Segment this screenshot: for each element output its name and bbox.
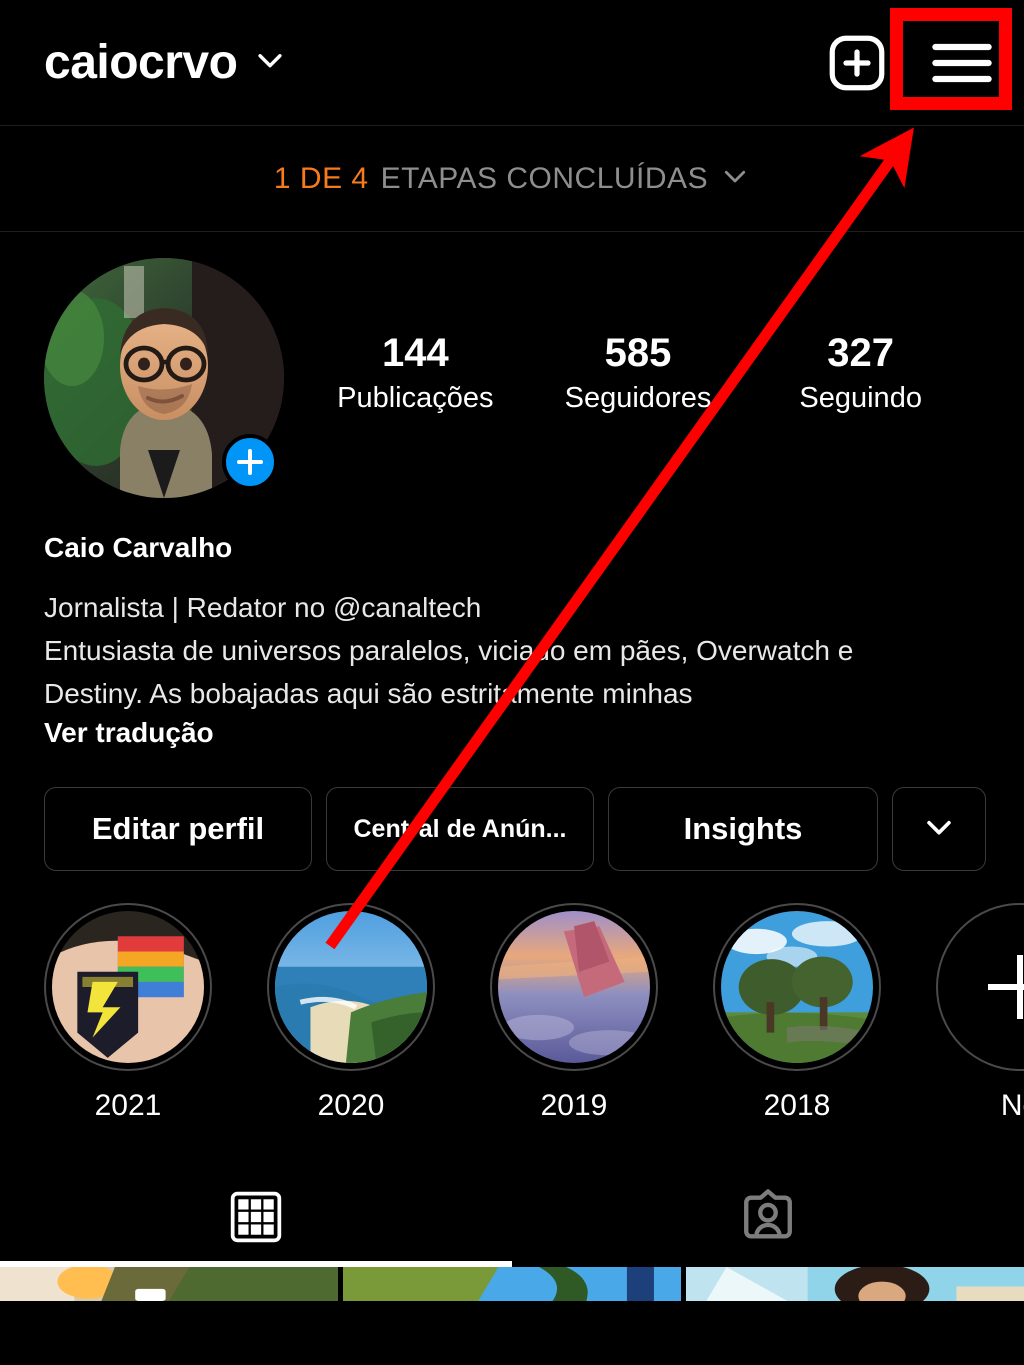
instagram-profile-screen: caiocrvo 1 DE 4 ETAPAS CONCLUÍDAS 144 Pu…: [0, 0, 1024, 1365]
stat-value: 585: [604, 331, 672, 375]
grid-icon: [228, 1189, 284, 1250]
profile-action-buttons: Editar perfil Central de Anún... Insight…: [0, 749, 1024, 871]
highlight-2019[interactable]: 2019: [490, 903, 658, 1123]
highlight-ring: [44, 903, 212, 1071]
stat-value: 144: [381, 331, 449, 375]
highlight-ring: [936, 903, 1024, 1071]
active-tab-indicator: [0, 1261, 512, 1267]
bio-line: Jornalista | Redator no @canaltech: [44, 592, 482, 623]
highlight-2021[interactable]: 2021: [44, 903, 212, 1123]
highlight-new[interactable]: No: [936, 903, 1024, 1123]
highlight-2020[interactable]: 2020: [267, 903, 435, 1123]
profile-header: 144 Publicações 585 Seguidores 327 Segui…: [0, 232, 1024, 498]
top-app-bar: caiocrvo: [0, 0, 1024, 126]
highlight-label: No: [1000, 1089, 1024, 1122]
insights-button[interactable]: Insights: [608, 787, 878, 871]
stat-value: 327: [827, 331, 895, 375]
bio-section: Caio Carvalho Jornalista | Redator no @c…: [0, 498, 1024, 749]
highlight-label: 2021: [94, 1089, 162, 1122]
chevron-down-icon: [922, 810, 956, 849]
highlight-label: 2018: [763, 1089, 831, 1122]
highlight-2018[interactable]: 2018: [713, 903, 881, 1123]
stat-label: Seguindo: [799, 382, 922, 414]
beach-photo: [275, 911, 427, 1063]
stat-following[interactable]: 327 Seguindo: [749, 330, 972, 418]
username-label: caiocrvo: [44, 36, 238, 89]
profile-tabs: [0, 1171, 1024, 1267]
top-bar-actions: [824, 30, 994, 96]
stat-label: Publicações: [337, 382, 494, 414]
profile-stats: 144 Publicações 585 Seguidores 327 Segui…: [290, 258, 980, 418]
highlight-label: 2019: [540, 1089, 608, 1122]
edit-profile-button[interactable]: Editar perfil: [44, 787, 312, 871]
grid-thumbnail[interactable]: [343, 1267, 681, 1301]
plus-square-icon[interactable]: [824, 30, 890, 96]
stat-label: Seguidores: [564, 382, 712, 414]
stat-followers[interactable]: 585 Seguidores: [527, 330, 750, 418]
highlight-label: 2020: [317, 1089, 385, 1122]
bio-line: Destiny. As bobajadas aqui são estritame…: [44, 678, 693, 709]
hamburger-menu-icon[interactable]: [930, 38, 994, 88]
plus-icon: [988, 955, 1024, 1019]
chevron-down-icon: [720, 161, 750, 196]
highlight-ring: [490, 903, 658, 1071]
highlight-ring: [267, 903, 435, 1071]
badges-photo: [52, 911, 204, 1063]
bio-line: Entusiasta de universos paralelos, vicia…: [44, 635, 854, 666]
onboarding-steps-bar[interactable]: 1 DE 4 ETAPAS CONCLUÍDAS: [0, 126, 1024, 232]
ad-center-button[interactable]: Central de Anún...: [326, 787, 594, 871]
see-translation-link[interactable]: Ver tradução: [44, 717, 980, 749]
tagged-person-icon: [739, 1188, 797, 1251]
airplane-wing-photo: [498, 911, 650, 1063]
display-name: Caio Carvalho: [44, 532, 233, 563]
add-to-story-button[interactable]: [222, 434, 278, 490]
steps-text-label: ETAPAS CONCLUÍDAS: [380, 161, 709, 195]
avatar-container[interactable]: [44, 258, 290, 498]
park-trees-photo: [721, 911, 873, 1063]
chevron-down-icon: [253, 43, 287, 82]
tab-grid[interactable]: [0, 1171, 512, 1267]
steps-count-label: 1 DE 4: [273, 161, 369, 195]
more-options-button[interactable]: [892, 787, 986, 871]
username-selector[interactable]: caiocrvo: [44, 35, 824, 90]
grid-thumbnail[interactable]: [0, 1267, 338, 1301]
stat-posts[interactable]: 144 Publicações: [304, 330, 527, 418]
highlight-ring: [713, 903, 881, 1071]
tab-tagged[interactable]: [512, 1171, 1024, 1267]
story-highlights: 2021 2020 2019 2018 N: [0, 871, 1024, 1123]
posts-grid: [0, 1267, 1024, 1301]
grid-thumbnail[interactable]: [686, 1267, 1024, 1301]
